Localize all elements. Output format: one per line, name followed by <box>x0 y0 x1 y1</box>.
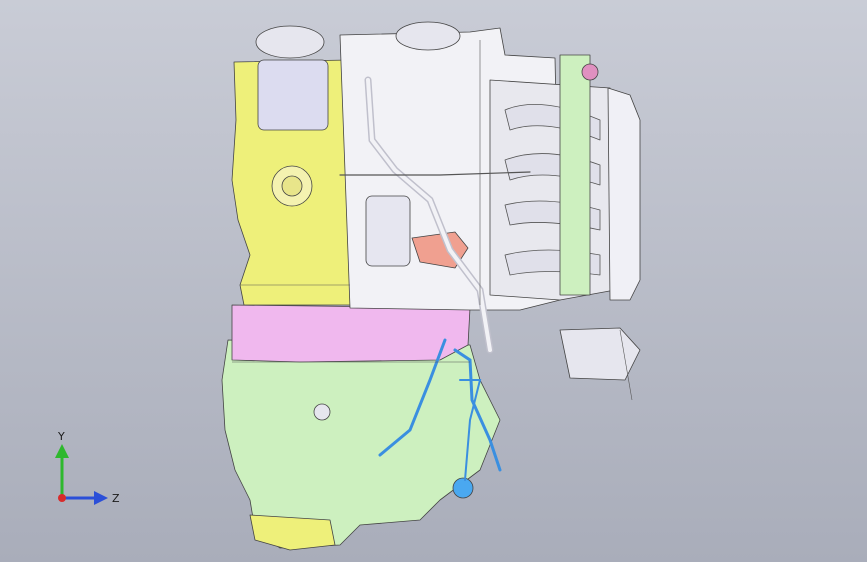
y-axis-label: Y <box>57 430 65 443</box>
oil-filter[interactable] <box>365 195 411 267</box>
z-axis-arrow <box>94 491 108 505</box>
gearbox-mount[interactable] <box>249 514 336 551</box>
engine-model[interactable] <box>0 0 867 562</box>
alternator[interactable] <box>257 59 329 131</box>
actuator[interactable] <box>452 477 474 499</box>
cam-pulley-left[interactable] <box>255 25 325 59</box>
axis-triad: Y Z <box>55 430 120 505</box>
lower-bracket[interactable] <box>559 327 641 381</box>
gearbox-sensor[interactable] <box>313 403 331 421</box>
plenum-cover[interactable] <box>607 87 641 301</box>
y-axis-arrow <box>55 444 69 458</box>
z-axis-label: Z <box>112 492 120 505</box>
oil-pan-upper[interactable] <box>231 304 471 363</box>
graphics-viewport[interactable]: Y Z <box>0 0 867 562</box>
x-axis-dot <box>58 494 66 502</box>
throttle-body[interactable] <box>559 54 591 296</box>
cam-pulley-right[interactable] <box>395 21 461 51</box>
